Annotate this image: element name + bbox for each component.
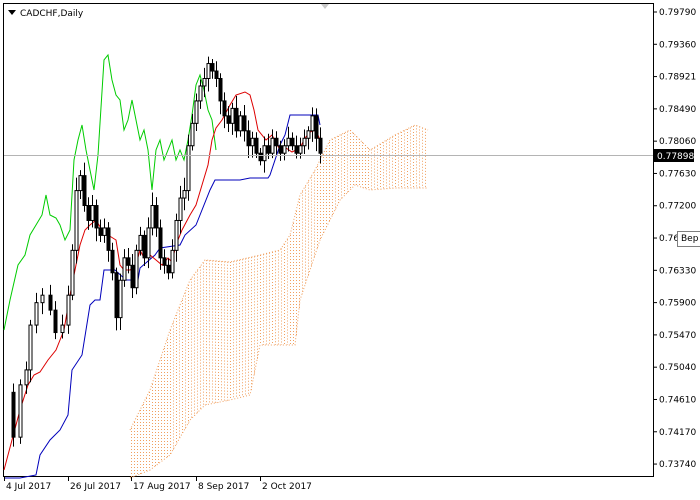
candle-body bbox=[98, 227, 103, 236]
candle-body bbox=[182, 190, 187, 199]
candle-body bbox=[274, 137, 279, 147]
candle-body bbox=[226, 115, 231, 124]
candle-body bbox=[230, 107, 235, 124]
candle-body bbox=[90, 205, 95, 221]
candle-body bbox=[214, 70, 219, 80]
candle-body bbox=[78, 175, 83, 192]
candle-body bbox=[250, 137, 255, 147]
candle-body bbox=[11, 391, 16, 438]
y-tick-label: 0.76330 bbox=[659, 266, 696, 276]
candle-body bbox=[40, 294, 45, 304]
candle-body bbox=[122, 257, 127, 281]
candle-body bbox=[150, 205, 155, 229]
candle-body bbox=[246, 130, 251, 147]
y-tick-label: 0.75040 bbox=[659, 363, 696, 373]
candle-body bbox=[154, 205, 159, 229]
candle-body bbox=[314, 115, 319, 139]
candle-body bbox=[162, 257, 167, 266]
candle-body bbox=[210, 63, 215, 72]
tooltip-label: Вер bbox=[681, 234, 699, 244]
candle-body bbox=[142, 234, 147, 259]
candle-body bbox=[178, 197, 183, 221]
candle-body bbox=[66, 294, 71, 326]
tooltip: Вер bbox=[677, 231, 700, 247]
x-tick-label: 4 Jul 2017 bbox=[6, 482, 51, 492]
candle-body bbox=[290, 137, 295, 147]
candle-body bbox=[310, 115, 315, 132]
candle-body bbox=[302, 137, 307, 147]
x-tick-label: 17 Aug 2017 bbox=[133, 482, 191, 492]
candle-body bbox=[158, 227, 163, 259]
candle-body bbox=[190, 122, 195, 147]
candle-body bbox=[74, 190, 79, 251]
candle-body bbox=[222, 100, 227, 117]
candle-body bbox=[234, 107, 239, 132]
candle-body bbox=[110, 249, 115, 274]
candle-body bbox=[174, 219, 179, 251]
y-tick-label: 0.79360 bbox=[659, 40, 696, 50]
chart-title: CADCHF,Daily bbox=[20, 9, 84, 19]
candle-body bbox=[60, 324, 65, 334]
candle-body bbox=[282, 145, 287, 154]
candle-body bbox=[18, 384, 23, 438]
candle-body bbox=[138, 234, 143, 251]
price-chart[interactable]: CADCHF,Daily 0.79790 0.79360 0.78921 0.7849… bbox=[0, 0, 700, 500]
candle-body bbox=[218, 78, 223, 102]
candle-body bbox=[294, 145, 299, 154]
y-tick-label: 0.75900 bbox=[659, 299, 696, 309]
candle-body bbox=[306, 130, 311, 139]
candle-body bbox=[134, 249, 139, 289]
y-tick-label: 0.77200 bbox=[659, 202, 696, 212]
candle-body bbox=[28, 324, 33, 371]
y-tick-label: 0.78490 bbox=[659, 105, 696, 115]
x-tick-label: 8 Sep 2017 bbox=[198, 482, 249, 492]
candle-body bbox=[258, 152, 263, 162]
candle-body bbox=[286, 137, 291, 147]
candle-body bbox=[298, 145, 303, 154]
candle-body bbox=[94, 205, 99, 229]
candle-body bbox=[130, 264, 135, 289]
candle-body bbox=[106, 227, 111, 251]
candle-body bbox=[238, 115, 243, 132]
candle-body bbox=[166, 264, 171, 274]
candle-body bbox=[24, 369, 29, 386]
y-tick-label: 0.78060 bbox=[659, 137, 696, 147]
y-tick-label: 0.75470 bbox=[659, 331, 696, 341]
y-tick-label: 0.74610 bbox=[659, 395, 696, 405]
candle-body bbox=[278, 145, 283, 154]
candle-body bbox=[146, 227, 151, 259]
candle-body bbox=[266, 145, 271, 154]
candle-body bbox=[170, 249, 175, 274]
candle-body bbox=[48, 294, 53, 311]
candle-body bbox=[53, 309, 58, 334]
y-tick-label: 0.77630 bbox=[659, 169, 696, 179]
candle-body bbox=[202, 78, 207, 87]
x-axis: 4 Jul 2017 26 Jul 2017 17 Aug 2017 8 Sep 20… bbox=[4, 477, 312, 492]
candle-body bbox=[86, 205, 91, 221]
x-tick-label: 2 Oct 2017 bbox=[262, 482, 312, 492]
y-tick-label: 0.79790 bbox=[659, 8, 696, 18]
candle-body bbox=[262, 145, 267, 162]
candle-body bbox=[70, 249, 75, 296]
x-tick-label: 26 Jul 2017 bbox=[70, 482, 121, 492]
candle-body bbox=[198, 85, 203, 102]
y-tick-label: 0.78921 bbox=[659, 73, 696, 83]
candle-body bbox=[318, 137, 323, 154]
candle-body bbox=[194, 100, 199, 124]
candle-body bbox=[34, 302, 39, 326]
candle-body bbox=[102, 227, 107, 236]
candle-body bbox=[114, 272, 119, 319]
candle-body bbox=[254, 137, 259, 154]
candle-body bbox=[118, 279, 123, 319]
candle-body bbox=[206, 63, 211, 80]
candle-body bbox=[242, 115, 247, 132]
y-tick-label: 0.73740 bbox=[659, 460, 696, 470]
candle-body bbox=[82, 175, 87, 207]
candle-body bbox=[186, 145, 191, 192]
candle-body bbox=[126, 257, 131, 266]
candle-body bbox=[270, 137, 275, 154]
y-tick-label: 0.74170 bbox=[659, 428, 696, 438]
price-tag: 0.77898 bbox=[657, 152, 694, 162]
